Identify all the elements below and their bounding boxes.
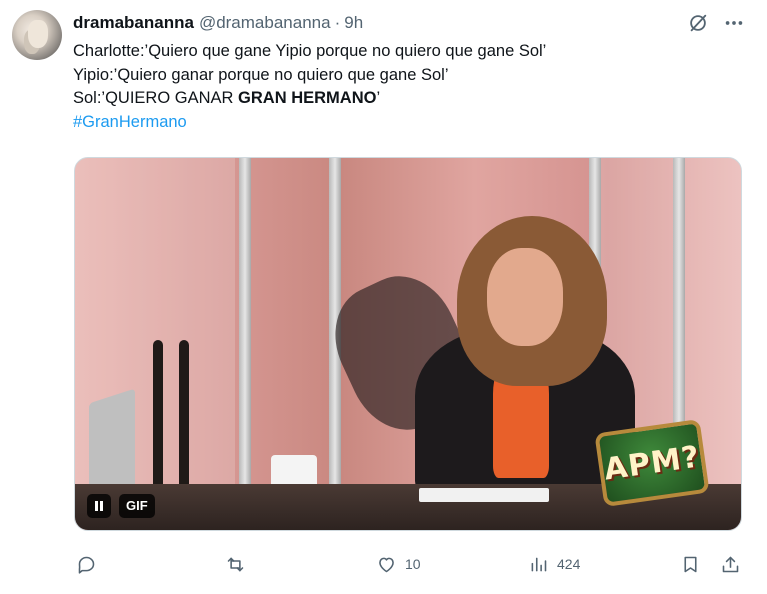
gif-media[interactable]: APM? GIF	[74, 157, 742, 531]
tweet-text-bold: GRAN HERMANO	[238, 89, 377, 107]
tweet[interactable]: dramabananna @dramabananna · 9h Charlott…	[0, 0, 767, 594]
retweet-icon	[227, 557, 244, 571]
grok-icon	[690, 14, 707, 32]
show-logo-text: APM?	[601, 438, 703, 488]
tweet-text-line: Charlotte:’Quiero que gane Yipio porque …	[73, 42, 547, 60]
tweet-text: Charlotte:’Quiero que gane Yipio porque …	[73, 40, 546, 134]
tweet-text-line: Sol:’QUIERO GANAR GRAN HERMANO’	[73, 87, 546, 111]
display-name[interactable]: dramabananna	[73, 13, 194, 33]
retweet-button[interactable]	[225, 552, 254, 576]
bookmark-button[interactable]	[680, 552, 701, 576]
share-button[interactable]	[720, 552, 741, 576]
views-icon	[531, 557, 547, 571]
show-logo: APM?	[594, 418, 710, 508]
more-icon	[725, 21, 743, 25]
separator: ·	[334, 13, 341, 32]
pause-button[interactable]	[87, 494, 111, 518]
views-count: 424	[557, 556, 581, 572]
pause-icon	[95, 501, 103, 511]
heart-icon	[379, 557, 394, 572]
like-button[interactable]: 10	[376, 552, 421, 576]
timestamp[interactable]: 9h	[344, 13, 363, 33]
tweet-text-prefix: Sol:’QUIERO GANAR	[73, 89, 239, 107]
hashtag-link[interactable]: #GranHermano	[73, 111, 546, 135]
grok-button[interactable]	[686, 11, 710, 35]
tweet-text-suffix: ’	[376, 89, 381, 107]
avatar[interactable]	[12, 10, 62, 60]
more-button[interactable]	[722, 11, 746, 35]
views-button[interactable]: 424	[528, 552, 580, 576]
reply-button[interactable]	[76, 552, 105, 576]
share-icon	[722, 556, 739, 572]
like-count: 10	[405, 556, 421, 572]
gif-badge: GIF	[119, 494, 155, 518]
tweet-header: dramabananna @dramabananna · 9h	[73, 12, 363, 34]
bookmark-icon	[684, 556, 697, 572]
tweet-text-line: Yipio:’Quiero ganar porque no quiero que…	[73, 65, 449, 84]
reply-icon	[78, 556, 95, 574]
user-handle[interactable]: @dramabananna	[199, 13, 331, 33]
